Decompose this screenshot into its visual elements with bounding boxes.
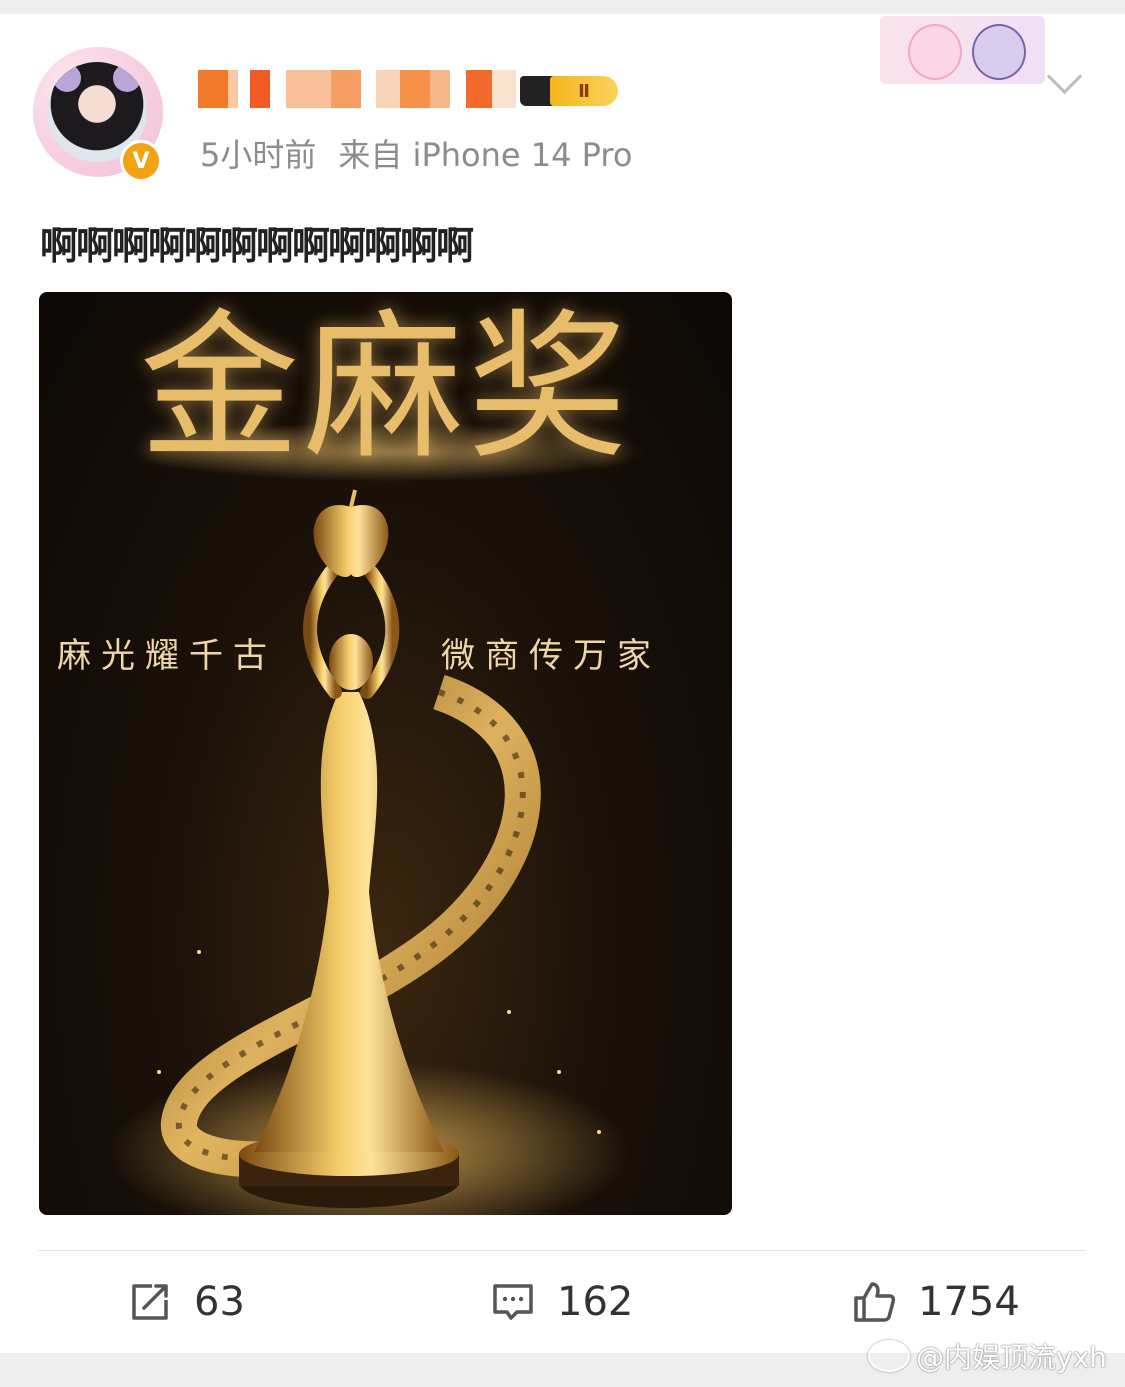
post-source: 来自 iPhone 14 Pro [338,136,633,174]
post-image[interactable]: 金麻奖 麻光耀千古 微商传万家 [39,292,732,1215]
watermark-text: @内娱顶流yxh [916,1341,1107,1374]
poster-right-slogan: 微商传万家 [441,636,661,676]
status-strip [0,0,1125,14]
repost-button[interactable]: 63 [128,1270,245,1334]
poster-title: 金麻奖 [139,294,632,481]
repost-count: 63 [194,1279,245,1325]
poster-left-slogan: 麻光耀千古 [57,636,277,676]
post-text: 啊啊啊啊啊啊啊啊啊啊啊啊 [40,224,474,268]
like-count: 1754 [918,1279,1020,1325]
divider [38,1250,1086,1251]
thumbs-up-icon [854,1282,896,1322]
comment-icon [493,1284,533,1320]
profile-decoration-card [880,16,1045,84]
post-meta: 5小时前 来自 iPhone 14 Pro [200,130,632,176]
like-button[interactable]: 1754 [852,1270,1020,1334]
member-badge[interactable]: Ⅱ [520,70,628,108]
chevron-down-icon[interactable] [1046,58,1083,95]
member-level-label: Ⅱ [550,76,618,106]
comment-count: 162 [557,1279,634,1325]
post-time: 5小时前 [200,136,317,174]
repost-icon [132,1284,168,1320]
watermark: @内娱顶流yxh [868,1336,1107,1376]
username-pixelated[interactable] [198,70,523,108]
weibo-logo-icon [868,1340,910,1372]
verified-badge-icon: V [120,140,162,182]
comment-button[interactable]: 162 [491,1270,633,1334]
